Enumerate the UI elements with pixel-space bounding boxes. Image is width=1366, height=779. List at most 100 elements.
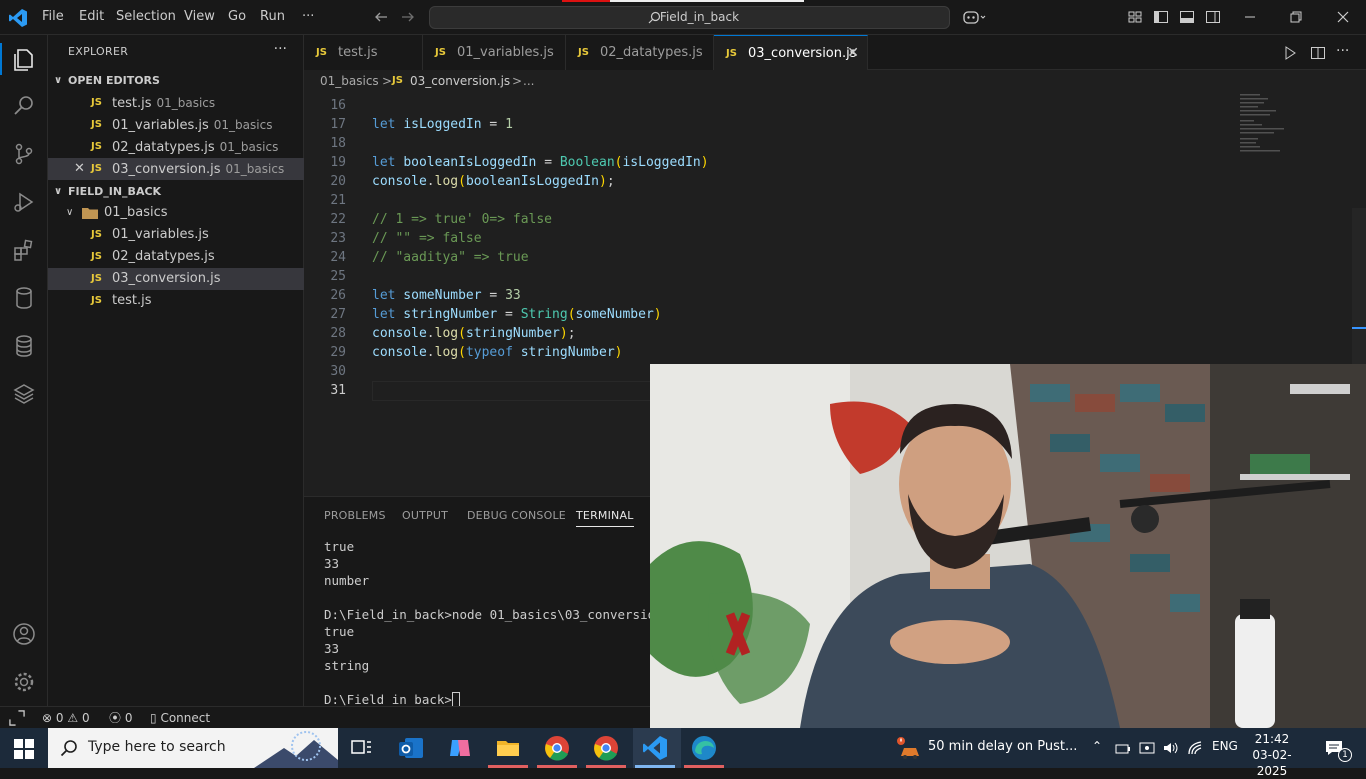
meet-now-icon[interactable] — [1138, 740, 1156, 756]
sql-database-icon[interactable] — [10, 332, 38, 360]
toggle-secondary-sidebar-icon[interactable] — [1205, 9, 1221, 25]
tab-03-conversion[interactable]: JS 03_conversion.js ✕ — [714, 35, 868, 70]
traffic-car-icon[interactable] — [895, 736, 921, 760]
extensions-icon[interactable] — [10, 236, 38, 264]
code-line[interactable]: let someNumber = 33 — [372, 288, 521, 303]
minimize-icon[interactable] — [1242, 9, 1258, 25]
file-item[interactable]: JS test.js — [48, 290, 304, 312]
terminal-prompt[interactable]: D:\Field_in_back> — [324, 692, 460, 707]
search-view-icon[interactable] — [10, 92, 38, 120]
chrome-icon[interactable] — [543, 734, 571, 762]
battery-network-icon[interactable] — [1114, 740, 1132, 756]
tab-problems[interactable]: PROBLEMS — [324, 509, 386, 522]
vscode-taskbar-icon[interactable] — [641, 734, 669, 762]
code-line[interactable]: // "aaditya" => true — [372, 250, 529, 265]
windows-start-icon[interactable] — [14, 739, 34, 759]
code-line[interactable]: // 1 => true' 0=> false — [372, 212, 552, 227]
connect-status[interactable]: ▯ Connect — [150, 707, 210, 729]
settings-gear-icon[interactable] — [10, 668, 38, 696]
folder-item[interactable]: ∨ 01_basics — [48, 202, 304, 224]
copilot-app-icon[interactable] — [446, 734, 474, 762]
code-line[interactable]: // "" => false — [372, 231, 482, 246]
open-editor-item[interactable]: JS test.js 01_basics — [48, 92, 304, 114]
menu-run[interactable]: Run — [260, 9, 285, 24]
code-line[interactable]: console.log(booleanIsLoggedIn); — [372, 174, 615, 189]
remote-indicator-icon[interactable] — [0, 707, 34, 728]
broadcast-icon: ⦿ — [109, 711, 122, 725]
open-editor-item[interactable]: JS 01_variables.js 01_basics — [48, 114, 304, 136]
toggle-primary-sidebar-icon[interactable] — [1153, 9, 1169, 25]
line-number: 21 — [330, 193, 346, 208]
menu-selection[interactable]: Selection — [116, 9, 176, 24]
split-editor-icon[interactable] — [1310, 45, 1326, 61]
code-line[interactable]: console.log(typeof stringNumber) — [372, 345, 622, 360]
edge-icon[interactable] — [690, 734, 718, 762]
menu-go[interactable]: Go — [228, 9, 246, 24]
run-file-icon[interactable] — [1282, 45, 1298, 61]
volume-icon[interactable] — [1162, 740, 1180, 756]
code-line[interactable]: let booleanIsLoggedIn = Boolean(isLogged… — [372, 155, 709, 170]
tab-terminal[interactable]: TERMINAL — [576, 509, 634, 527]
minimap[interactable] — [1240, 92, 1300, 162]
system-clock[interactable]: 21:42 03-02-2025 — [1244, 731, 1300, 779]
tab-01-variables[interactable]: JS 01_variables.js — [423, 35, 566, 70]
breadcrumb-separator: > — [512, 74, 523, 88]
outlook-icon[interactable] — [397, 734, 425, 762]
js-file-icon: JS — [91, 97, 102, 108]
open-editors-header[interactable]: ∨ OPEN EDITORS — [48, 70, 304, 92]
run-debug-icon[interactable] — [10, 188, 38, 216]
file-explorer-icon[interactable] — [494, 734, 522, 762]
menu-file[interactable]: File — [42, 9, 64, 24]
code-line[interactable]: let stringNumber = String(someNumber) — [372, 307, 662, 322]
file-item[interactable]: JS 01_variables.js — [48, 224, 304, 246]
menu-view[interactable]: View — [184, 9, 215, 24]
command-center[interactable]: Field_in_back — [429, 6, 950, 29]
source-control-icon[interactable] — [10, 140, 38, 168]
taskbar-search-box[interactable]: Type here to search — [48, 728, 338, 768]
chevron-down-icon: ∨ — [54, 75, 63, 86]
tab-02-datatypes[interactable]: JS 02_datatypes.js — [566, 35, 714, 70]
menu-edit[interactable]: Edit — [79, 9, 104, 24]
news-widget-text[interactable]: 50 min delay on Pust... — [928, 739, 1077, 754]
explorer-more-button[interactable]: ··· — [274, 41, 287, 57]
tab-label: 01_variables.js — [457, 45, 554, 60]
code-token: 33 — [505, 288, 521, 303]
chrome-profile-icon[interactable] — [592, 734, 620, 762]
toggle-panel-icon[interactable] — [1179, 9, 1195, 25]
restore-icon[interactable] — [1288, 9, 1304, 25]
workspace-header[interactable]: ∨ FIELD_IN_BACK — [48, 181, 304, 203]
forward-arrow-icon[interactable] — [400, 9, 416, 25]
tab-debug-console[interactable]: DEBUG CONSOLE — [467, 509, 566, 522]
layers-icon[interactable] — [10, 380, 38, 408]
wifi-icon[interactable] — [1187, 740, 1205, 756]
tab-test-js[interactable]: JS test.js — [304, 35, 423, 70]
explorer-icon[interactable] — [10, 45, 38, 73]
js-file-icon: JS — [435, 47, 446, 58]
open-editor-item[interactable]: JS 02_datatypes.js 01_basics — [48, 136, 304, 158]
tab-output[interactable]: OUTPUT — [402, 509, 448, 522]
code-line[interactable]: let isLoggedIn = 1 — [372, 117, 513, 132]
database-icon[interactable] — [10, 284, 38, 312]
close-window-icon[interactable] — [1335, 9, 1351, 25]
file-item[interactable]: JS 02_datatypes.js — [48, 246, 304, 268]
code-line[interactable]: console.log(stringNumber); — [372, 326, 576, 341]
line-number: 16 — [330, 98, 346, 113]
open-editor-item-active[interactable]: ✕ JS 03_conversion.js 01_basics — [48, 158, 304, 180]
tab-close-icon[interactable]: ✕ — [847, 36, 859, 71]
language-indicator[interactable]: ENG — [1212, 739, 1238, 753]
menu-more[interactable]: ··· — [302, 9, 314, 24]
breadcrumb-file[interactable]: 03_conversion.js — [410, 70, 510, 92]
breadcrumb-folder[interactable]: 01_basics — [320, 70, 379, 92]
editor-more-button[interactable]: ··· — [1336, 43, 1349, 59]
file-item-active[interactable]: JS 03_conversion.js — [48, 268, 304, 290]
ports-status[interactable]: ⦿ 0 — [109, 707, 132, 729]
problems-status[interactable]: ⊗ 0 ⚠ 0 — [42, 707, 90, 729]
show-hidden-icons-icon[interactable]: ⌃ — [1092, 739, 1102, 753]
close-editor-icon[interactable]: ✕ — [74, 158, 85, 180]
copilot-icon[interactable] — [962, 9, 986, 25]
breadcrumb-symbol[interactable]: ... — [523, 70, 534, 92]
customize-layout-icon[interactable] — [1127, 9, 1143, 25]
back-arrow-icon[interactable] — [373, 9, 389, 25]
accounts-icon[interactable] — [10, 620, 38, 648]
task-view-icon[interactable] — [347, 734, 375, 762]
